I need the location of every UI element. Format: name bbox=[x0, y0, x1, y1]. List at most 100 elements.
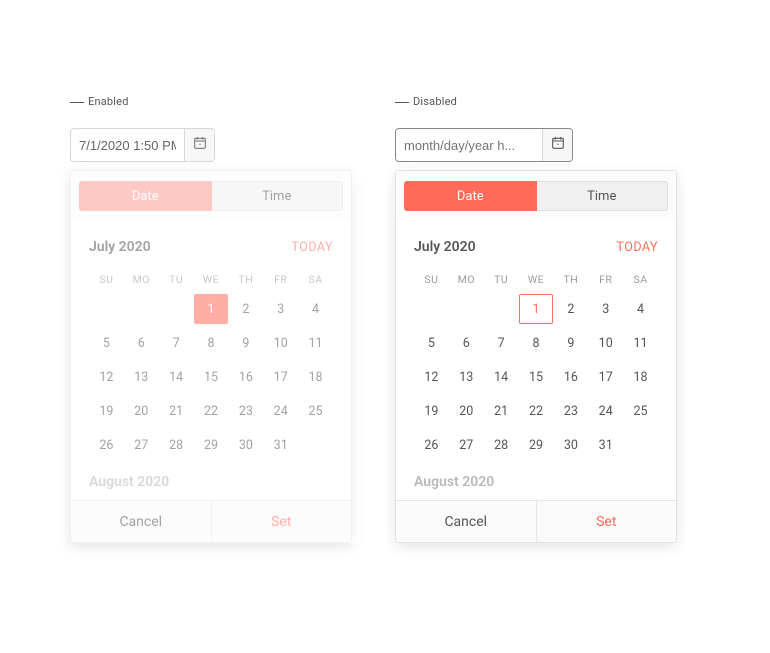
day-cell-blank: . bbox=[623, 430, 658, 460]
day-cell-blank: . bbox=[124, 294, 159, 324]
month-title: July 2020 bbox=[89, 239, 151, 255]
day-cell[interactable]: 12 bbox=[414, 362, 449, 392]
tab-time[interactable]: Time bbox=[212, 181, 344, 211]
day-cell[interactable]: 3 bbox=[588, 294, 623, 324]
day-cell[interactable]: 4 bbox=[623, 294, 658, 324]
day-cell[interactable]: 14 bbox=[159, 362, 194, 392]
day-cell[interactable]: 23 bbox=[553, 396, 588, 426]
day-cell[interactable]: 13 bbox=[449, 362, 484, 392]
datepicker-popup: Date Time July 2020 TODAY SUMOTUWETHFRSA… bbox=[395, 170, 677, 543]
day-cell[interactable]: 28 bbox=[484, 430, 519, 460]
day-cell[interactable]: 20 bbox=[124, 396, 159, 426]
day-cell[interactable]: 22 bbox=[519, 396, 554, 426]
day-cell[interactable]: 7 bbox=[159, 328, 194, 358]
next-month-title: August 2020 bbox=[396, 464, 676, 490]
day-cell[interactable]: 25 bbox=[298, 396, 333, 426]
day-cell[interactable]: 2 bbox=[553, 294, 588, 324]
datetime-input-disabled[interactable] bbox=[395, 128, 573, 162]
day-cell[interactable]: 9 bbox=[228, 328, 263, 358]
day-cell[interactable]: 18 bbox=[623, 362, 658, 392]
calendar-icon bbox=[550, 135, 566, 155]
day-cell[interactable]: 24 bbox=[588, 396, 623, 426]
day-cell[interactable]: 26 bbox=[414, 430, 449, 460]
day-cell[interactable]: 15 bbox=[519, 362, 554, 392]
calendar-grid: ...1234567891011121314151617181920212223… bbox=[414, 294, 658, 460]
day-cell[interactable]: 30 bbox=[553, 430, 588, 460]
day-cell[interactable]: 20 bbox=[449, 396, 484, 426]
day-cell[interactable]: 3 bbox=[263, 294, 298, 324]
day-cell[interactable]: 19 bbox=[89, 396, 124, 426]
day-cell[interactable]: 13 bbox=[124, 362, 159, 392]
weekday-header: SUMOTUWETHFRSA bbox=[89, 269, 333, 290]
calendar-grid: ...1234567891011121314151617181920212223… bbox=[89, 294, 333, 460]
day-cell[interactable]: 12 bbox=[89, 362, 124, 392]
day-cell[interactable]: 22 bbox=[194, 396, 229, 426]
day-cell[interactable]: 27 bbox=[124, 430, 159, 460]
day-cell[interactable]: 16 bbox=[553, 362, 588, 392]
day-cell[interactable]: 25 bbox=[623, 396, 658, 426]
day-cell[interactable]: 5 bbox=[89, 328, 124, 358]
day-cell[interactable]: 16 bbox=[228, 362, 263, 392]
day-cell[interactable]: 7 bbox=[484, 328, 519, 358]
datetime-textfield[interactable] bbox=[396, 129, 542, 161]
tab-date[interactable]: Date bbox=[404, 181, 537, 211]
day-cell-blank: . bbox=[89, 294, 124, 324]
cancel-button[interactable]: Cancel bbox=[71, 501, 212, 542]
today-button[interactable]: TODAY bbox=[291, 240, 333, 255]
day-cell[interactable]: 30 bbox=[228, 430, 263, 460]
calendar-icon-button[interactable] bbox=[184, 129, 214, 161]
day-cell[interactable]: 26 bbox=[89, 430, 124, 460]
day-cell[interactable]: 21 bbox=[484, 396, 519, 426]
day-cell[interactable]: 14 bbox=[484, 362, 519, 392]
day-cell[interactable]: 2 bbox=[228, 294, 263, 324]
day-cell[interactable]: 31 bbox=[588, 430, 623, 460]
section-label-enabled: Enabled bbox=[70, 95, 129, 108]
day-cell[interactable]: 19 bbox=[414, 396, 449, 426]
day-cell[interactable]: 10 bbox=[263, 328, 298, 358]
day-cell[interactable]: 29 bbox=[519, 430, 554, 460]
day-cell[interactable]: 5 bbox=[414, 328, 449, 358]
day-cell[interactable]: 15 bbox=[194, 362, 229, 392]
day-cell[interactable]: 1 bbox=[194, 294, 229, 324]
day-cell[interactable]: 31 bbox=[263, 430, 298, 460]
datetime-textfield[interactable] bbox=[71, 129, 184, 161]
calendar-icon-button[interactable] bbox=[542, 129, 572, 161]
day-cell[interactable]: 29 bbox=[194, 430, 229, 460]
day-cell[interactable]: 24 bbox=[263, 396, 298, 426]
day-cell[interactable]: 18 bbox=[298, 362, 333, 392]
day-cell-blank: . bbox=[414, 294, 449, 324]
day-cell[interactable]: 11 bbox=[623, 328, 658, 358]
day-cell[interactable]: 4 bbox=[298, 294, 333, 324]
tab-time[interactable]: Time bbox=[537, 181, 669, 211]
calendar-icon bbox=[192, 135, 208, 155]
datetime-input-enabled[interactable] bbox=[70, 128, 215, 162]
day-cell[interactable]: 23 bbox=[228, 396, 263, 426]
day-cell[interactable]: 27 bbox=[449, 430, 484, 460]
day-cell[interactable]: 8 bbox=[194, 328, 229, 358]
day-cell-blank: . bbox=[449, 294, 484, 324]
day-cell[interactable]: 6 bbox=[449, 328, 484, 358]
day-cell-blank: . bbox=[298, 430, 333, 460]
day-cell[interactable]: 17 bbox=[588, 362, 623, 392]
day-cell[interactable]: 8 bbox=[519, 328, 554, 358]
set-button[interactable]: Set bbox=[212, 501, 352, 542]
today-button[interactable]: TODAY bbox=[616, 240, 658, 255]
day-cell[interactable]: 21 bbox=[159, 396, 194, 426]
day-cell[interactable]: 11 bbox=[298, 328, 333, 358]
day-cell[interactable]: 9 bbox=[553, 328, 588, 358]
next-month-title: August 2020 bbox=[71, 464, 351, 490]
day-cell[interactable]: 17 bbox=[263, 362, 298, 392]
day-cell[interactable]: 28 bbox=[159, 430, 194, 460]
tab-date[interactable]: Date bbox=[79, 181, 212, 211]
month-title: July 2020 bbox=[414, 239, 476, 255]
day-cell[interactable]: 10 bbox=[588, 328, 623, 358]
day-cell[interactable]: 6 bbox=[124, 328, 159, 358]
cancel-button[interactable]: Cancel bbox=[396, 501, 537, 542]
set-button[interactable]: Set bbox=[537, 501, 677, 542]
day-cell-blank: . bbox=[159, 294, 194, 324]
day-cell[interactable]: 1 bbox=[519, 294, 554, 324]
day-cell-blank: . bbox=[484, 294, 519, 324]
weekday-header: SUMOTUWETHFRSA bbox=[414, 269, 658, 290]
datepicker-popup: Date Time July 2020 TODAY SUMOTUWETHFRSA… bbox=[70, 170, 352, 543]
section-label-disabled: Disabled bbox=[395, 95, 457, 108]
